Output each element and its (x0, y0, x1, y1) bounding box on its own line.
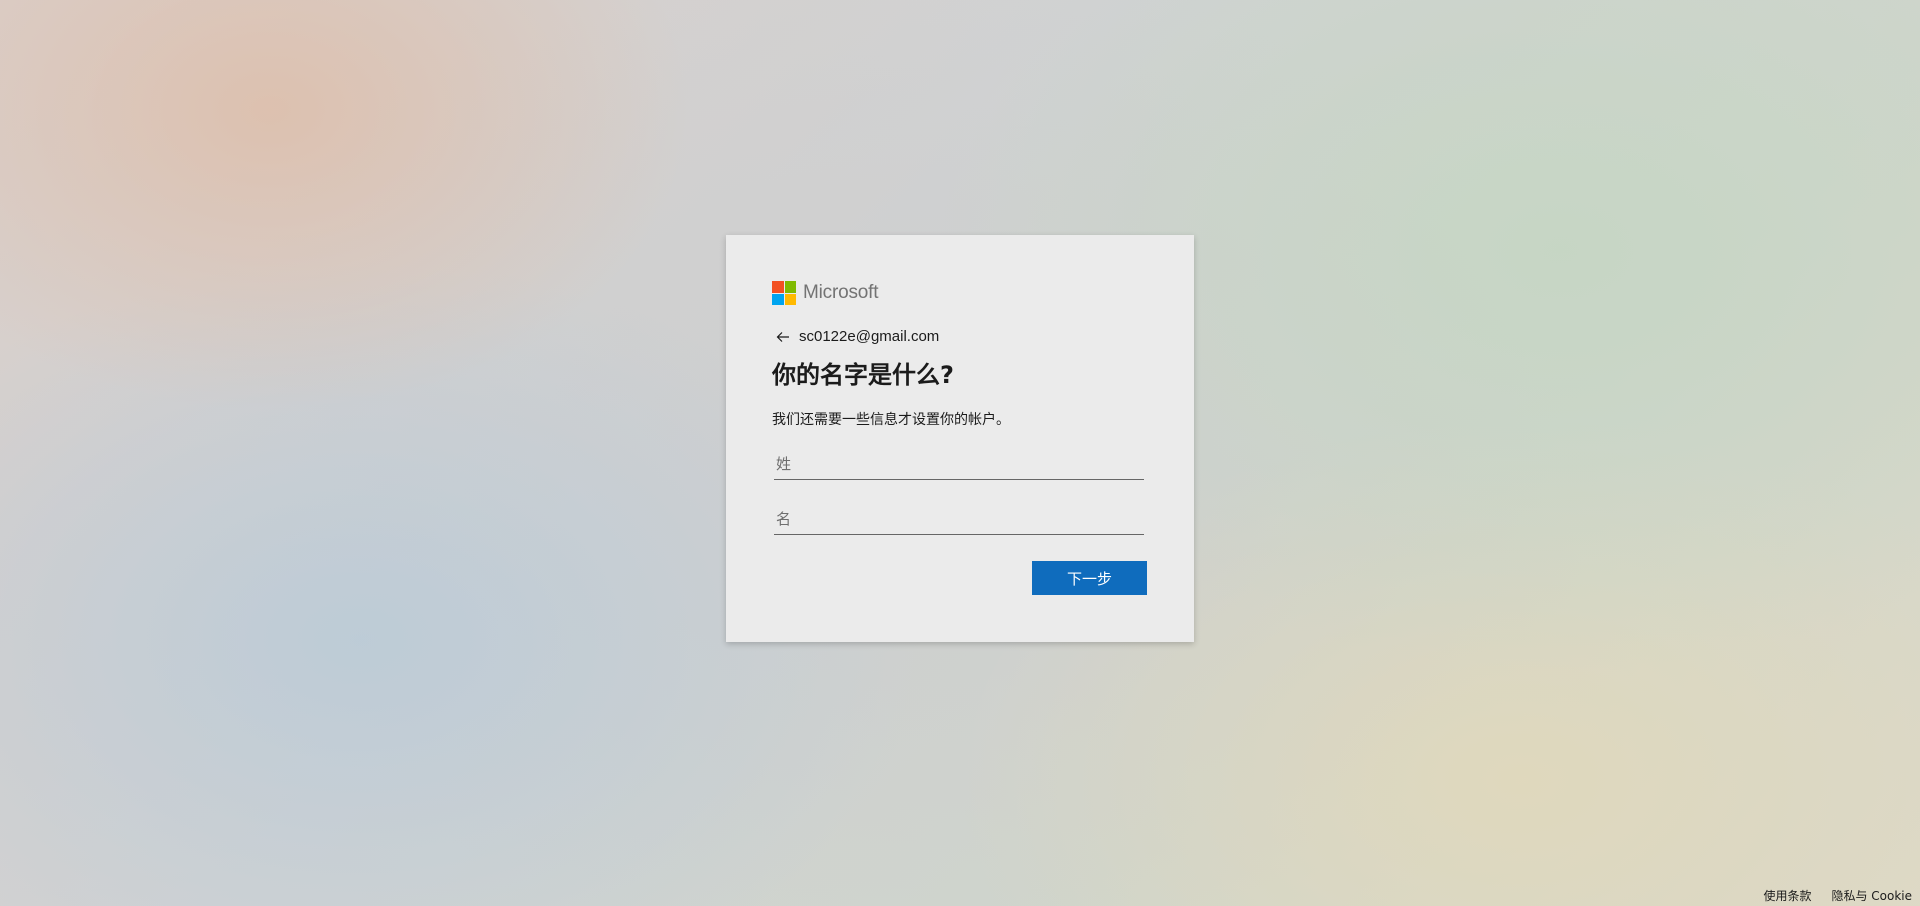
page-description: 我们还需要一些信息才设置你的帐户。 (772, 412, 1010, 428)
first-name-input[interactable] (774, 503, 1144, 535)
identity-email: sc0122e@gmail.com (799, 327, 940, 345)
arrow-left-icon[interactable] (776, 329, 790, 343)
privacy-cookies-link[interactable]: 隐私与 Cookie (1831, 887, 1912, 904)
last-name-input[interactable] (774, 448, 1144, 480)
microsoft-logo: Microsoft (772, 281, 878, 305)
identity-banner: sc0122e@gmail.com (776, 326, 939, 346)
brand-name: Microsoft (803, 282, 879, 303)
terms-link[interactable]: 使用条款 (1763, 887, 1811, 904)
footer: 使用条款 隐私与 Cookie (1743, 884, 1920, 906)
next-button[interactable]: 下一步 (1032, 561, 1147, 595)
page-title: 你的名字是什么? (772, 361, 954, 389)
sign-up-card: Microsoft sc0122e@gmail.com 你的名字是什么? 我们还… (726, 235, 1194, 642)
microsoft-logo-icon (772, 281, 796, 305)
